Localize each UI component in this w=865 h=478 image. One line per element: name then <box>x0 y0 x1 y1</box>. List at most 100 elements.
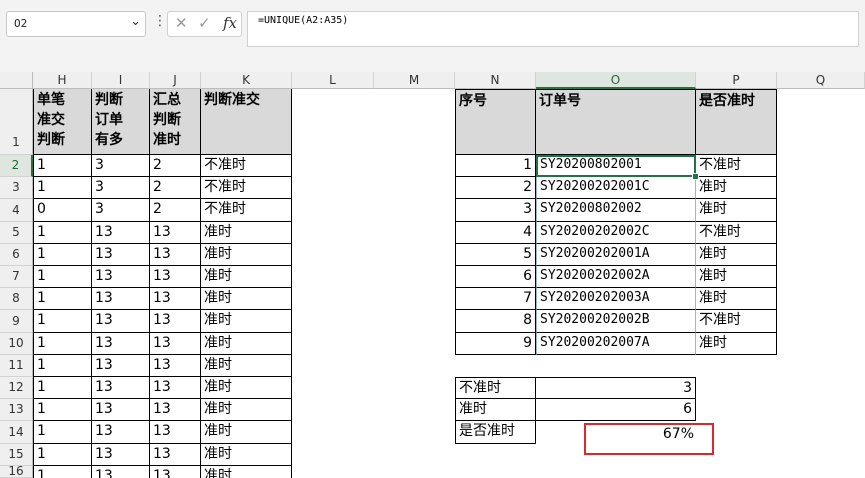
left-table-cell[interactable]: 准时 <box>201 288 292 310</box>
on-time-status-cell[interactable]: 准时 <box>696 244 777 266</box>
left-table-cell[interactable]: 1 <box>33 377 92 399</box>
left-table-cell[interactable]: 1 <box>33 355 92 377</box>
left-table-cell[interactable]: 13 <box>92 310 150 333</box>
more-options-icon[interactable]: ⋮ <box>153 13 167 29</box>
insert-function-icon[interactable]: fx <box>223 14 237 32</box>
on-time-status-cell[interactable]: 准时 <box>696 177 777 199</box>
cancel-icon[interactable]: ✕ <box>175 14 188 32</box>
left-table-cell[interactable]: 2 <box>150 155 201 177</box>
left-table-cell[interactable]: 13 <box>150 333 201 355</box>
on-time-status-cell[interactable]: 准时 <box>696 333 777 355</box>
column-header-o[interactable]: O <box>536 72 696 89</box>
left-table-cell[interactable]: 13 <box>150 466 201 478</box>
left-table-cell[interactable]: 13 <box>92 266 150 288</box>
left-table-cell[interactable]: 1 <box>33 466 92 478</box>
left-table-cell[interactable]: 13 <box>150 377 201 399</box>
on-time-status-cell[interactable]: 准时 <box>696 288 777 310</box>
row-header-7[interactable]: 7 <box>0 266 33 288</box>
order-number-cell[interactable]: SY20200202003A <box>536 288 696 310</box>
enter-icon[interactable]: ✓ <box>198 14 211 32</box>
on-time-status-cell[interactable]: 准时 <box>696 266 777 288</box>
left-table-cell[interactable]: 准时 <box>201 355 292 377</box>
left-table-cell[interactable]: 13 <box>92 355 150 377</box>
order-number-cell[interactable]: SY20200802002 <box>536 199 696 222</box>
left-table-cell[interactable]: 不准时 <box>201 177 292 199</box>
order-number-cell[interactable]: SY20200202002C <box>536 222 696 244</box>
order-index-cell[interactable]: 2 <box>455 177 536 199</box>
column-header-p[interactable]: P <box>696 72 777 89</box>
left-table-cell[interactable]: 准时 <box>201 421 292 444</box>
left-table-cell[interactable]: 1 <box>33 399 92 421</box>
order-index-cell[interactable]: 1 <box>455 155 536 177</box>
left-table-cell[interactable]: 1 <box>33 222 92 244</box>
order-index-cell[interactable]: 4 <box>455 222 536 244</box>
left-table-cell[interactable]: 13 <box>92 466 150 478</box>
summary-label[interactable]: 准时 <box>455 399 536 421</box>
left-table-cell[interactable]: 0 <box>33 199 92 222</box>
column-header-l[interactable]: L <box>292 72 374 89</box>
left-table-cell[interactable]: 2 <box>150 199 201 222</box>
row-header-14[interactable]: 14 <box>0 421 33 444</box>
select-all-corner[interactable] <box>0 72 33 89</box>
left-table-cell[interactable]: 不准时 <box>201 155 292 177</box>
left-table-cell[interactable]: 准时 <box>201 222 292 244</box>
row-header-4[interactable]: 4 <box>0 199 33 222</box>
row-header-15[interactable]: 15 <box>0 444 33 466</box>
summary-label[interactable]: 是否准时 <box>455 421 536 444</box>
left-table-cell[interactable]: 准时 <box>201 266 292 288</box>
left-table-cell[interactable]: 13 <box>92 421 150 444</box>
left-table-cell[interactable]: 1 <box>33 444 92 466</box>
left-table-cell[interactable]: 准时 <box>201 466 292 478</box>
left-table-cell[interactable]: 13 <box>92 377 150 399</box>
order-number-cell[interactable]: SY20200802001 <box>536 155 696 177</box>
name-box[interactable]: O2 ⌄ <box>6 11 146 37</box>
left-table-cell[interactable]: 13 <box>150 444 201 466</box>
column-header-j[interactable]: J <box>150 72 201 89</box>
row-header-8[interactable]: 8 <box>0 288 33 310</box>
row-header-16[interactable]: 16 <box>0 465 33 478</box>
summary-label[interactable]: 不准时 <box>455 377 536 399</box>
left-table-cell[interactable]: 13 <box>150 244 201 266</box>
chevron-down-icon[interactable]: ⌄ <box>130 14 141 29</box>
left-table-cell[interactable]: 13 <box>92 444 150 466</box>
left-table-cell[interactable]: 13 <box>150 288 201 310</box>
left-table-cell[interactable]: 13 <box>92 288 150 310</box>
left-table-cell[interactable]: 13 <box>150 355 201 377</box>
order-number-cell[interactable]: SY20200202002A <box>536 266 696 288</box>
row-header-9[interactable]: 9 <box>0 310 33 333</box>
order-index-cell[interactable]: 6 <box>455 266 536 288</box>
left-table-cell[interactable]: 13 <box>150 266 201 288</box>
on-time-status-cell[interactable]: 不准时 <box>696 222 777 244</box>
left-table-cell[interactable]: 13 <box>150 399 201 421</box>
left-table-cell[interactable]: 13 <box>150 310 201 333</box>
order-index-cell[interactable]: 5 <box>455 244 536 266</box>
summary-value[interactable]: 3 <box>536 377 696 399</box>
row-header-12[interactable]: 12 <box>0 377 33 399</box>
order-index-cell[interactable]: 9 <box>455 333 536 355</box>
summary-value[interactable]: 6 <box>536 399 696 421</box>
left-table-cell[interactable]: 准时 <box>201 244 292 266</box>
column-header-k[interactable]: K <box>201 72 292 89</box>
left-table-cell[interactable]: 准时 <box>201 399 292 421</box>
row-header-10[interactable]: 10 <box>0 333 33 355</box>
left-table-cell[interactable]: 不准时 <box>201 199 292 222</box>
order-number-cell[interactable]: SY20200202001A <box>536 244 696 266</box>
left-table-cell[interactable]: 3 <box>92 155 150 177</box>
row-header-5[interactable]: 5 <box>0 222 33 244</box>
order-number-cell[interactable]: SY20200202001C <box>536 177 696 199</box>
column-header-i[interactable]: I <box>92 72 150 89</box>
order-index-cell[interactable]: 3 <box>455 199 536 222</box>
left-table-cell[interactable]: 1 <box>33 288 92 310</box>
left-table-cell[interactable]: 2 <box>150 177 201 199</box>
left-table-cell[interactable]: 13 <box>92 244 150 266</box>
row-header-3[interactable]: 3 <box>0 177 33 199</box>
column-header-q[interactable]: Q <box>777 72 865 89</box>
row-header-6[interactable]: 6 <box>0 244 33 266</box>
left-table-cell[interactable]: 3 <box>92 177 150 199</box>
order-number-cell[interactable]: SY20200202002B <box>536 310 696 333</box>
order-number-cell[interactable]: SY20200202007A <box>536 333 696 355</box>
left-table-cell[interactable]: 13 <box>92 333 150 355</box>
left-table-cell[interactable]: 1 <box>33 333 92 355</box>
row-header-11[interactable]: 11 <box>0 355 33 377</box>
left-table-cell[interactable]: 1 <box>33 155 92 177</box>
